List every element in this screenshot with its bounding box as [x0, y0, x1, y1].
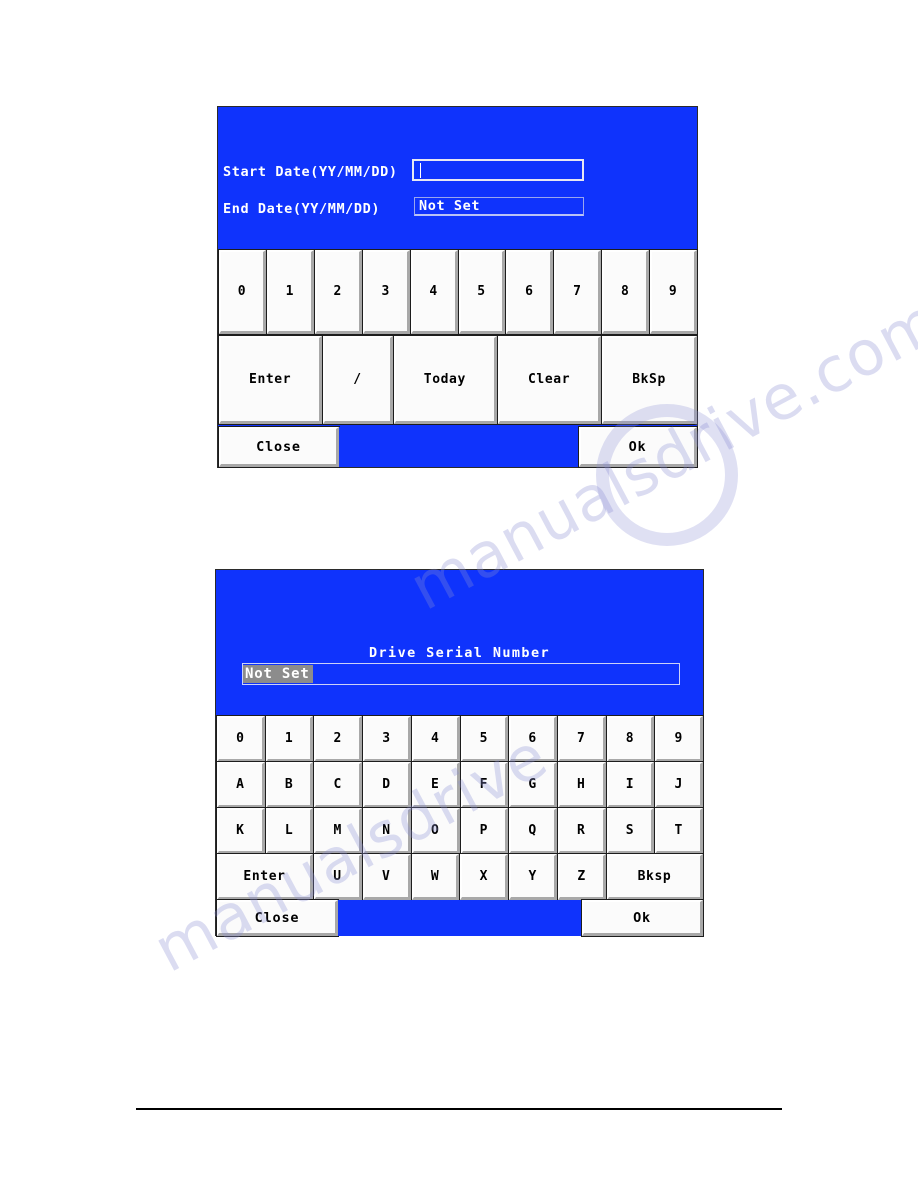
serial-keypad-last-row: Enter U V W X Y Z Bksp [216, 853, 704, 901]
key-c[interactable]: C [313, 761, 364, 809]
key-8[interactable]: 8 [601, 249, 651, 335]
key-q[interactable]: Q [508, 807, 558, 855]
serial-dialog-display: Drive Serial Number Not Set [216, 570, 703, 715]
key-2[interactable]: 2 [313, 715, 364, 763]
serial-title: Drive Serial Number [368, 645, 551, 661]
key-9[interactable]: 9 [654, 715, 705, 763]
key-t[interactable]: T [654, 807, 705, 855]
close-button[interactable]: Close [216, 899, 339, 937]
key-1[interactable]: 1 [265, 249, 315, 335]
key-5[interactable]: 5 [457, 249, 507, 335]
action-bar-spacer [339, 427, 579, 467]
key-f[interactable]: F [459, 761, 510, 809]
end-date-input[interactable]: Not Set [414, 197, 584, 216]
key-2[interactable]: 2 [313, 249, 363, 335]
ok-button[interactable]: Ok [578, 426, 698, 468]
key-7[interactable]: 7 [556, 715, 607, 763]
key-0[interactable]: 0 [218, 249, 267, 335]
key-u[interactable]: U [313, 853, 363, 901]
key-l[interactable]: L [264, 807, 315, 855]
key-a[interactable]: A [216, 761, 266, 809]
close-button[interactable]: Close [218, 426, 340, 468]
key-r[interactable]: R [556, 807, 607, 855]
key-k[interactable]: K [216, 807, 266, 855]
serial-number-input[interactable]: Not Set [242, 663, 680, 685]
date-dialog-action-bar: Close Ok [218, 426, 698, 468]
page-footer-rule [136, 1108, 782, 1110]
serial-number-value: Not Set [243, 665, 313, 683]
date-keypad-function-row: Enter / Today Clear BkSp [217, 335, 698, 425]
key-b[interactable]: B [264, 761, 315, 809]
key-z[interactable]: Z [557, 853, 607, 901]
serial-dialog-action-bar: Close Ok [216, 899, 704, 937]
serial-keypad-alpha-row-2: K L M N O P Q R S T [216, 807, 705, 855]
key-i[interactable]: I [605, 761, 656, 809]
date-keypad-digits-row: 0 1 2 3 4 5 6 7 8 9 [218, 249, 699, 335]
key-p[interactable]: P [459, 807, 510, 855]
key-n[interactable]: N [362, 807, 412, 855]
key-e[interactable]: E [410, 761, 461, 809]
key-today[interactable]: Today [392, 335, 498, 425]
key-y[interactable]: Y [508, 853, 559, 901]
text-cursor-icon [420, 162, 421, 178]
key-enter[interactable]: Enter [216, 853, 314, 901]
key-j[interactable]: J [654, 761, 705, 809]
key-0[interactable]: 0 [216, 715, 266, 763]
key-d[interactable]: D [362, 761, 412, 809]
serial-keypad-digits-row: 0 1 2 3 4 5 6 7 8 9 [216, 715, 705, 763]
key-slash[interactable]: / [322, 335, 394, 425]
key-6[interactable]: 6 [505, 249, 555, 335]
key-h[interactable]: H [556, 761, 607, 809]
key-5[interactable]: 5 [459, 715, 510, 763]
key-m[interactable]: M [313, 807, 364, 855]
serial-entry-dialog: Drive Serial Number Not Set 0 1 2 3 4 5 … [215, 569, 705, 937]
key-9[interactable]: 9 [649, 249, 699, 335]
key-4[interactable]: 4 [410, 715, 461, 763]
key-x[interactable]: X [459, 853, 510, 901]
start-date-label: Start Date(YY/MM/DD) [223, 164, 398, 180]
ok-button[interactable]: Ok [581, 899, 704, 937]
key-8[interactable]: 8 [605, 715, 656, 763]
serial-keypad-alpha-row-1: A B C D E F G H I J [216, 761, 705, 809]
key-3[interactable]: 3 [362, 715, 412, 763]
key-1[interactable]: 1 [264, 715, 315, 763]
start-date-input[interactable] [412, 159, 584, 181]
key-backspace[interactable]: BkSp [601, 335, 698, 425]
key-s[interactable]: S [605, 807, 656, 855]
key-w[interactable]: W [410, 853, 461, 901]
date-dialog-display: Start Date(YY/MM/DD) End Date(YY/MM/DD) … [218, 107, 697, 249]
key-g[interactable]: G [508, 761, 558, 809]
key-v[interactable]: V [361, 853, 412, 901]
end-date-value: Not Set [419, 198, 481, 214]
key-4[interactable]: 4 [409, 249, 459, 335]
key-clear[interactable]: Clear [496, 335, 603, 425]
key-o[interactable]: O [410, 807, 461, 855]
action-bar-spacer [338, 900, 582, 936]
date-entry-dialog: Start Date(YY/MM/DD) End Date(YY/MM/DD) … [217, 106, 699, 468]
key-3[interactable]: 3 [361, 249, 411, 335]
end-date-label: End Date(YY/MM/DD) [223, 201, 381, 217]
key-enter[interactable]: Enter [217, 335, 324, 425]
key-backspace[interactable]: Bksp [605, 853, 704, 901]
key-7[interactable]: 7 [553, 249, 603, 335]
key-6[interactable]: 6 [508, 715, 558, 763]
